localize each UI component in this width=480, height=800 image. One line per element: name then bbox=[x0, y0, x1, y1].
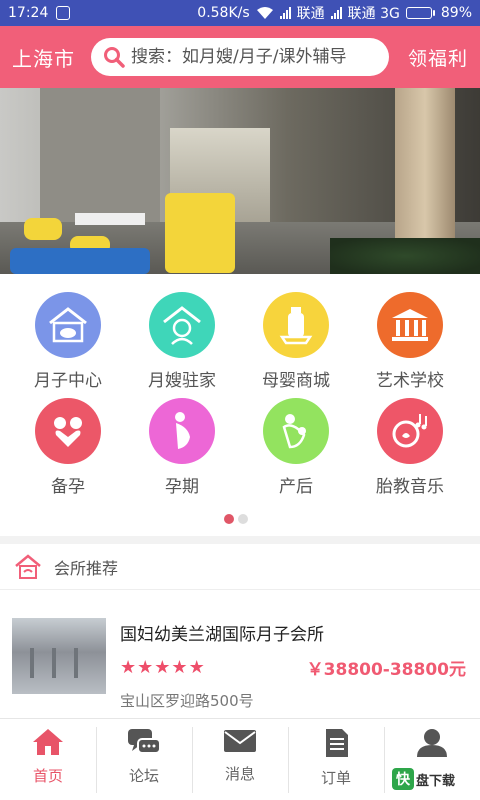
rating-stars: ★ ★ ★ ★ ★ bbox=[120, 656, 205, 678]
category-label: 备孕 bbox=[51, 477, 85, 497]
category-label: 月子中心 bbox=[34, 371, 102, 391]
signal-icon-2 bbox=[330, 7, 342, 19]
category-art-school[interactable]: 艺术学校 bbox=[350, 292, 470, 396]
app-notification-icon bbox=[56, 6, 71, 20]
bottle-cart-icon bbox=[263, 292, 329, 358]
couple-heart-icon bbox=[35, 398, 101, 464]
club-card[interactable]: 国妇幼美兰湖国际月子会所 ★ ★ ★ ★ ★ ￥38800-38800元 宝山区罗迎路5… bbox=[0, 590, 480, 718]
category-postpartum[interactable]: 产后 bbox=[236, 398, 356, 502]
tab-label: 首页 bbox=[32, 767, 63, 785]
star-icon: ★ bbox=[171, 656, 188, 678]
carrier-1: 联通 bbox=[296, 6, 325, 22]
category-pregnancy[interactable]: 孕期 bbox=[122, 398, 242, 502]
promo-banner[interactable] bbox=[0, 88, 480, 274]
battery-percent: 89% bbox=[440, 5, 472, 21]
club-address: 宝山区罗迎路500号 bbox=[120, 692, 254, 710]
watermark-mark: 快 bbox=[392, 768, 414, 790]
page-dot-active bbox=[224, 514, 234, 524]
welfare-button[interactable]: 领福利 bbox=[408, 44, 468, 71]
baby-bed-icon bbox=[35, 292, 101, 358]
carrier-2: 联通 3G bbox=[347, 6, 400, 22]
mother-baby-icon bbox=[263, 398, 329, 464]
category-label: 孕期 bbox=[165, 477, 199, 497]
club-thumbnail bbox=[12, 618, 106, 694]
tab-home[interactable]: 首页 bbox=[0, 719, 96, 800]
category-label: 月嫂驻家 bbox=[148, 371, 216, 391]
category-label: 产后 bbox=[279, 477, 313, 497]
star-icon: ★ bbox=[188, 656, 205, 678]
category-grid: 月子中心 月嫂驻家 母婴商城 艺术学校 备孕 孕期 产后 胎教音乐 bbox=[0, 274, 480, 536]
status-bar: 17:24 0.58K/s 联通 联通 3G 89% bbox=[0, 0, 480, 26]
star-icon: ★ bbox=[137, 656, 154, 678]
page-indicator bbox=[224, 514, 248, 524]
search-icon bbox=[104, 47, 125, 68]
tab-messages[interactable]: 消息 bbox=[192, 719, 288, 800]
search-box[interactable] bbox=[91, 38, 389, 76]
battery-icon bbox=[405, 7, 435, 19]
category-confinement-center[interactable]: 月子中心 bbox=[8, 292, 128, 396]
category-mall[interactable]: 母婴商城 bbox=[236, 292, 356, 396]
watermark-logo: 快 盘下载 bbox=[392, 768, 455, 790]
school-building-icon bbox=[377, 292, 443, 358]
category-preparation[interactable]: 备孕 bbox=[8, 398, 128, 502]
home-icon bbox=[33, 729, 63, 755]
music-heart-icon bbox=[377, 398, 443, 464]
star-icon: ★ bbox=[154, 656, 171, 678]
tab-forum[interactable]: 论坛 bbox=[96, 719, 192, 800]
star-icon: ★ bbox=[120, 656, 137, 678]
wifi-icon bbox=[256, 7, 273, 19]
category-music[interactable]: 胎教音乐 bbox=[350, 398, 470, 502]
category-label: 艺术学校 bbox=[376, 371, 444, 391]
section-header-recommend: 会所推荐 bbox=[0, 544, 480, 590]
status-time: 17:24 bbox=[8, 5, 49, 21]
tab-label: 消息 bbox=[224, 765, 255, 783]
club-price: ￥38800-38800元 bbox=[306, 660, 466, 680]
category-label: 母婴商城 bbox=[262, 371, 330, 391]
mail-icon bbox=[224, 730, 256, 752]
nanny-home-icon bbox=[149, 292, 215, 358]
signal-icon bbox=[279, 7, 291, 19]
page-dot bbox=[238, 514, 248, 524]
person-icon bbox=[417, 729, 447, 757]
club-name: 国妇幼美兰湖国际月子会所 bbox=[120, 625, 324, 645]
category-label: 胎教音乐 bbox=[376, 477, 444, 497]
network-speed: 0.58K/s bbox=[197, 5, 250, 21]
tab-orders[interactable]: 订单 bbox=[288, 719, 384, 800]
house-icon bbox=[15, 553, 41, 579]
search-input[interactable] bbox=[131, 47, 377, 67]
top-header: 上海市 领福利 bbox=[0, 26, 480, 88]
tab-label: 订单 bbox=[320, 769, 351, 787]
tab-label: 论坛 bbox=[128, 767, 159, 785]
chat-bubbles-icon bbox=[128, 729, 161, 754]
category-nanny[interactable]: 月嫂驻家 bbox=[122, 292, 242, 396]
section-title: 会所推荐 bbox=[54, 558, 119, 578]
pregnant-icon bbox=[149, 398, 215, 464]
watermark-text: 盘下载 bbox=[416, 773, 456, 789]
city-selector[interactable]: 上海市 bbox=[12, 43, 75, 72]
order-list-icon bbox=[326, 729, 348, 757]
